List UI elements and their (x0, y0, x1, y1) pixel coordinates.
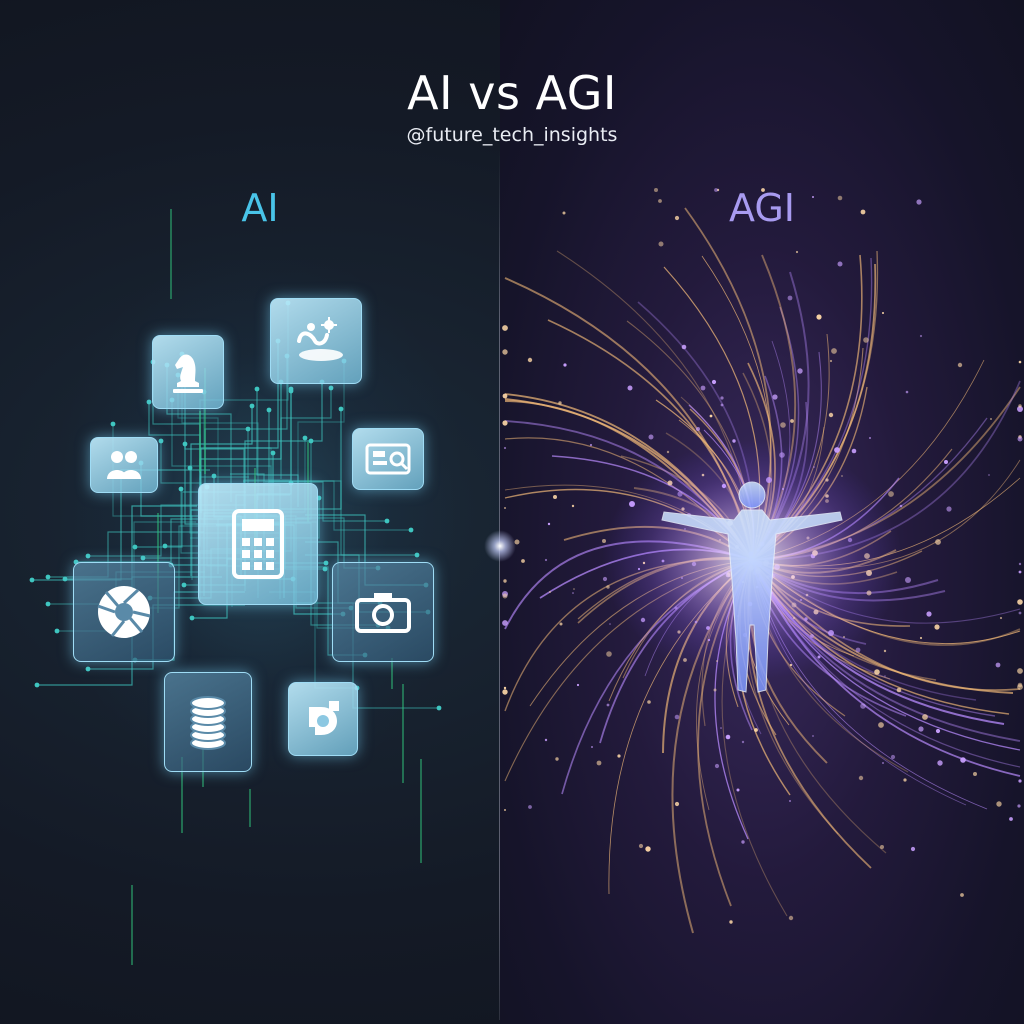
people-icon (107, 451, 141, 479)
chess-knight-icon (173, 354, 203, 393)
coin-stack-icon (190, 696, 226, 750)
id-card-tile (352, 428, 424, 490)
divider-light-flare (484, 530, 516, 562)
microscope-tile (270, 298, 362, 384)
ai-label: AI (241, 186, 279, 230)
calculator-tile (198, 483, 318, 605)
infographic-canvas: AI vs AGI @future_tech_insights AI AGI (0, 0, 1024, 1024)
gear-tile (288, 682, 358, 756)
aperture-tile (73, 562, 175, 662)
agi-label: AGI (729, 186, 795, 230)
author-handle: @future_tech_insights (406, 124, 618, 146)
microscope-bacteria-icon (297, 317, 343, 361)
gear-icon (309, 701, 339, 735)
id-card-icon (365, 443, 411, 475)
chess-tile (152, 335, 224, 409)
people-tile (90, 437, 158, 493)
human-figure-icon (602, 440, 902, 693)
center-divider (499, 150, 500, 1020)
camera-tile (332, 562, 434, 662)
camera-aperture-icon (97, 586, 151, 638)
camera-icon (355, 593, 411, 633)
page-title: AI vs AGI (407, 66, 617, 120)
coin-stack-tile (164, 672, 252, 772)
calculator-icon (232, 509, 284, 579)
